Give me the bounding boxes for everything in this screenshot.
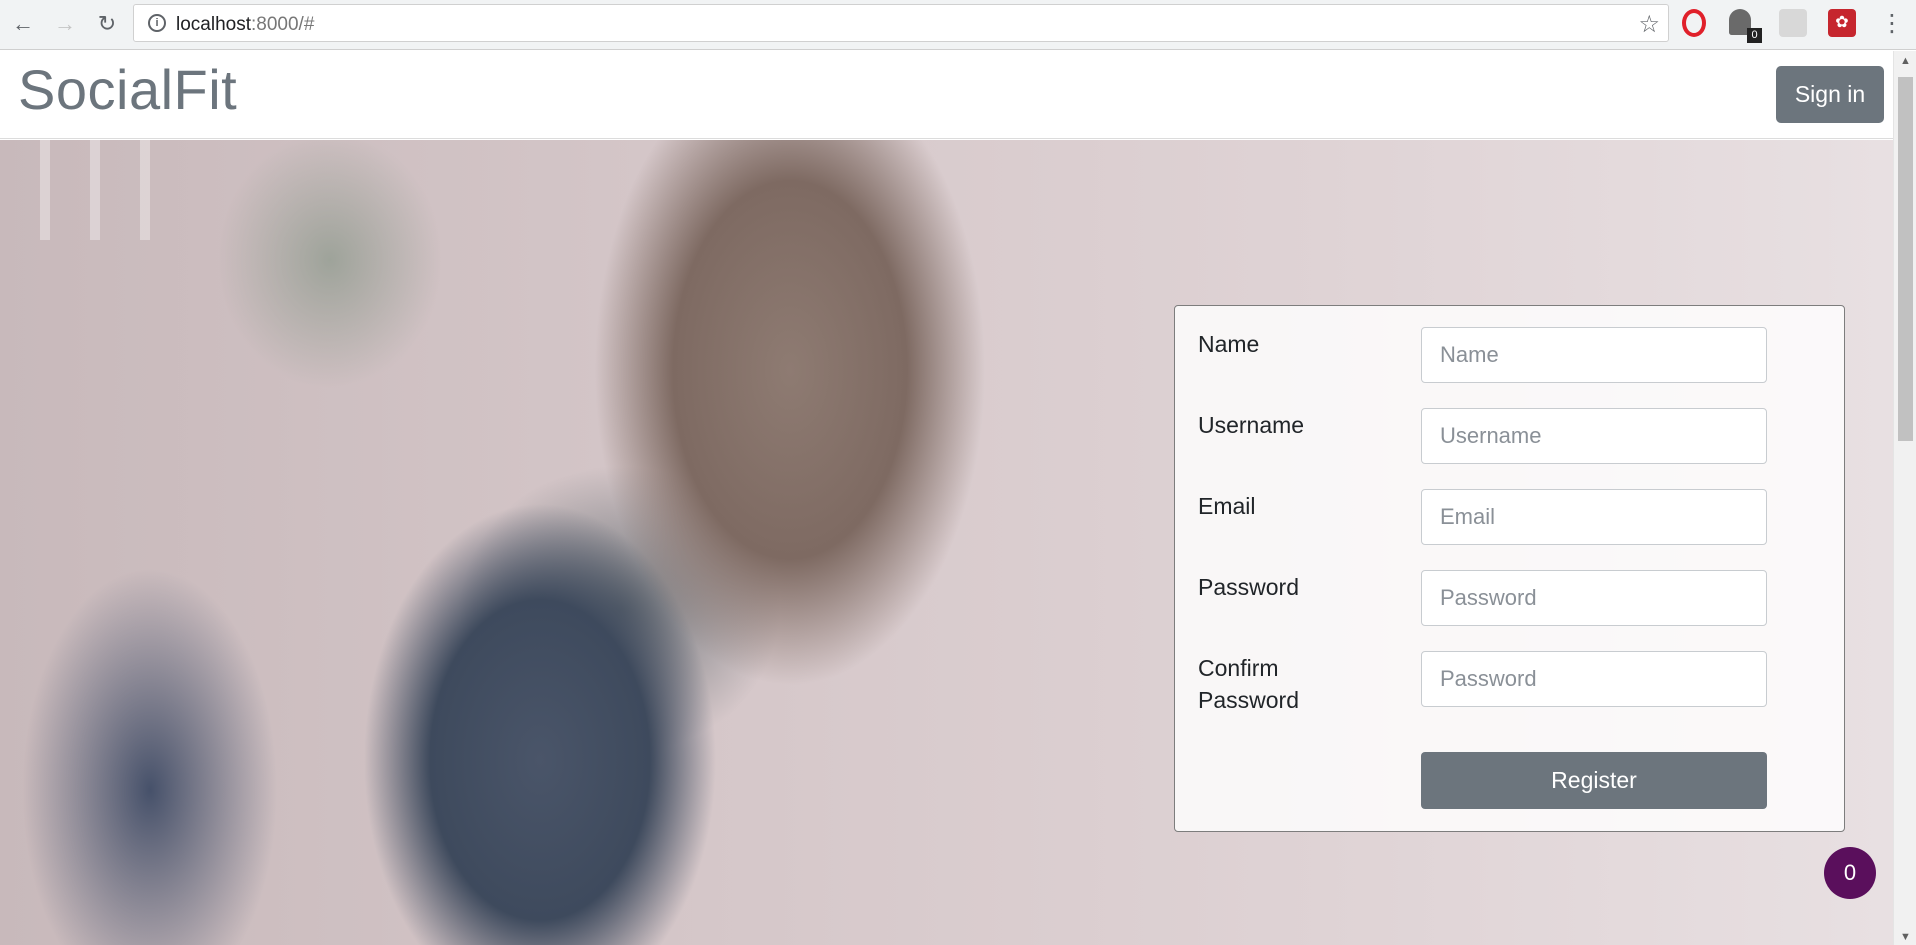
email-label: Email — [1198, 493, 1256, 519]
reload-icon[interactable]: ↻ — [92, 9, 122, 39]
url-text: localhost:8000/# — [176, 14, 314, 36]
password-input[interactable] — [1421, 570, 1767, 626]
username-label: Username — [1198, 412, 1305, 438]
extension-count-badge: 0 — [1747, 28, 1762, 43]
scroll-up-arrow-icon[interactable]: ▲ — [1894, 55, 1916, 67]
name-input[interactable] — [1421, 327, 1767, 383]
browser-toolbar: ← → ↻ i localhost:8000/# ☆ 0 ✿ ⋮ — [0, 0, 1916, 50]
forward-icon[interactable]: → — [50, 9, 80, 39]
scroll-down-arrow-icon[interactable]: ▼ — [1894, 931, 1916, 943]
hero-background-image: Name Username Email Password Confirm Pas… — [0, 140, 1893, 945]
scrollbar-thumb[interactable] — [1898, 77, 1913, 441]
confirm-password-label-line2: Password — [1198, 687, 1299, 713]
paw-extension-icon[interactable]: ✿ — [1828, 9, 1856, 37]
url-host: localhost — [176, 14, 251, 35]
background-stripe — [140, 140, 150, 240]
info-icon[interactable]: i — [148, 14, 166, 32]
registration-form: Name Username Email Password Confirm Pas… — [1174, 305, 1845, 832]
register-button[interactable]: Register — [1421, 752, 1767, 809]
css-extension-icon[interactable] — [1779, 9, 1807, 37]
password-label: Password — [1198, 574, 1299, 600]
page-scrollbar[interactable]: ▲ ▼ — [1893, 51, 1916, 945]
opera-extension-icon[interactable] — [1682, 9, 1706, 37]
back-icon[interactable]: ← — [8, 9, 38, 39]
confirm-password-label: Confirm Password — [1198, 652, 1299, 716]
brand-logo[interactable]: SocialFit — [18, 57, 237, 122]
address-bar[interactable]: i localhost:8000/# ☆ — [133, 4, 1669, 42]
background-stripe — [40, 140, 50, 240]
url-rest: :8000/# — [251, 14, 315, 35]
confirm-password-input[interactable] — [1421, 651, 1767, 707]
username-input[interactable] — [1421, 408, 1767, 464]
sign-in-button[interactable]: Sign in — [1776, 66, 1884, 123]
page-viewport: SocialFit Sign in Name Username Email Pa… — [0, 51, 1893, 945]
site-navbar: SocialFit Sign in — [0, 51, 1893, 139]
bookmark-star-icon[interactable]: ☆ — [1638, 10, 1660, 39]
browser-menu-icon[interactable]: ⋮ — [1880, 10, 1904, 38]
notification-count-badge[interactable]: 0 — [1824, 847, 1876, 899]
confirm-password-label-line1: Confirm — [1198, 655, 1279, 681]
background-stripe — [90, 140, 100, 240]
email-input[interactable] — [1421, 489, 1767, 545]
name-label: Name — [1198, 331, 1260, 357]
